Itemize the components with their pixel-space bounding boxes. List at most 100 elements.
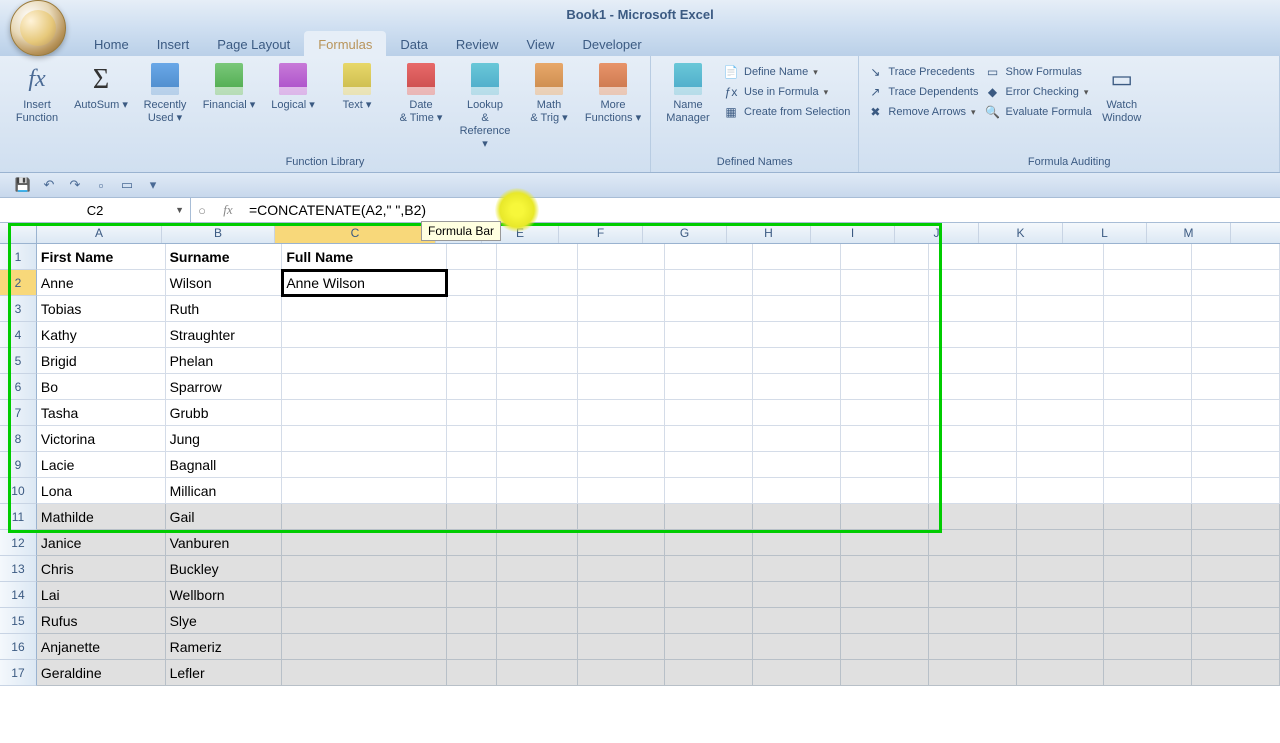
cell-M10[interactable] bbox=[1192, 478, 1280, 504]
cell-J3[interactable] bbox=[929, 296, 1017, 322]
cell-B17[interactable]: Lefler bbox=[166, 660, 283, 686]
cell-B1[interactable]: Surname bbox=[166, 244, 283, 270]
cell-C16[interactable] bbox=[282, 634, 447, 660]
cell-L17[interactable] bbox=[1104, 660, 1192, 686]
cell-D3[interactable] bbox=[447, 296, 497, 322]
cell-F10[interactable] bbox=[578, 478, 666, 504]
row-header-7[interactable]: 7 bbox=[0, 400, 37, 426]
cell-C15[interactable] bbox=[282, 608, 447, 634]
cell-G1[interactable] bbox=[665, 244, 753, 270]
cell-B9[interactable]: Bagnall bbox=[166, 452, 283, 478]
cell-F7[interactable] bbox=[578, 400, 666, 426]
cell-K3[interactable] bbox=[1017, 296, 1105, 322]
cell-C5[interactable] bbox=[282, 348, 447, 374]
cell-J7[interactable] bbox=[929, 400, 1017, 426]
cell-E4[interactable] bbox=[497, 322, 578, 348]
cell-G3[interactable] bbox=[665, 296, 753, 322]
cell-G11[interactable] bbox=[665, 504, 753, 530]
cell-H11[interactable] bbox=[753, 504, 841, 530]
col-header-K[interactable]: K bbox=[979, 223, 1063, 243]
cell-L2[interactable] bbox=[1104, 270, 1192, 296]
cell-H10[interactable] bbox=[753, 478, 841, 504]
cell-C14[interactable] bbox=[282, 582, 447, 608]
cell-K15[interactable] bbox=[1017, 608, 1105, 634]
financial-button[interactable]: Financial ▾ bbox=[200, 62, 258, 112]
cell-M13[interactable] bbox=[1192, 556, 1280, 582]
cell-I7[interactable] bbox=[841, 400, 929, 426]
cell-F9[interactable] bbox=[578, 452, 666, 478]
cell-F5[interactable] bbox=[578, 348, 666, 374]
cell-C12[interactable] bbox=[282, 530, 447, 556]
cell-M7[interactable] bbox=[1192, 400, 1280, 426]
cell-M12[interactable] bbox=[1192, 530, 1280, 556]
cell-F2[interactable] bbox=[578, 270, 666, 296]
col-header-I[interactable]: I bbox=[811, 223, 895, 243]
select-all-corner[interactable] bbox=[0, 223, 37, 243]
cell-K14[interactable] bbox=[1017, 582, 1105, 608]
cell-D7[interactable] bbox=[447, 400, 497, 426]
cell-I10[interactable] bbox=[841, 478, 929, 504]
cell-E5[interactable] bbox=[497, 348, 578, 374]
tab-home[interactable]: Home bbox=[80, 31, 143, 56]
cell-F12[interactable] bbox=[578, 530, 666, 556]
formula-bar[interactable]: =CONCATENATE(A2," ",B2) bbox=[243, 202, 1280, 218]
cell-D13[interactable] bbox=[447, 556, 497, 582]
cell-G5[interactable] bbox=[665, 348, 753, 374]
cell-H4[interactable] bbox=[753, 322, 841, 348]
cell-G12[interactable] bbox=[665, 530, 753, 556]
cell-E7[interactable] bbox=[497, 400, 578, 426]
cell-A3[interactable]: Tobias bbox=[37, 296, 166, 322]
cell-F16[interactable] bbox=[578, 634, 666, 660]
cell-J15[interactable] bbox=[929, 608, 1017, 634]
spreadsheet-grid[interactable]: ABCDEFGHIJKLM1First NameSurnameFull Name… bbox=[0, 223, 1280, 743]
cell-D6[interactable] bbox=[447, 374, 497, 400]
cell-I2[interactable] bbox=[841, 270, 929, 296]
cell-M4[interactable] bbox=[1192, 322, 1280, 348]
cell-A16[interactable]: Anjanette bbox=[37, 634, 166, 660]
cell-A10[interactable]: Lona bbox=[37, 478, 166, 504]
cell-D14[interactable] bbox=[447, 582, 497, 608]
cell-J14[interactable] bbox=[929, 582, 1017, 608]
cell-M15[interactable] bbox=[1192, 608, 1280, 634]
row-header-9[interactable]: 9 bbox=[0, 452, 37, 478]
row-header-17[interactable]: 17 bbox=[0, 660, 37, 686]
create-from-selection-button[interactable]: ▦Create from Selection bbox=[723, 104, 850, 120]
cell-J4[interactable] bbox=[929, 322, 1017, 348]
cell-E15[interactable] bbox=[497, 608, 578, 634]
cell-G6[interactable] bbox=[665, 374, 753, 400]
qat-dropdown[interactable]: ▾ bbox=[144, 176, 162, 194]
cell-F1[interactable] bbox=[578, 244, 666, 270]
col-header-G[interactable]: G bbox=[643, 223, 727, 243]
cell-E13[interactable] bbox=[497, 556, 578, 582]
row-header-1[interactable]: 1 bbox=[0, 244, 37, 270]
open-button[interactable]: ▭ bbox=[118, 176, 136, 194]
cell-J5[interactable] bbox=[929, 348, 1017, 374]
text-button[interactable]: Text ▾ bbox=[328, 62, 386, 112]
cell-J9[interactable] bbox=[929, 452, 1017, 478]
col-header-J[interactable]: J bbox=[895, 223, 979, 243]
cell-E6[interactable] bbox=[497, 374, 578, 400]
cell-I17[interactable] bbox=[841, 660, 929, 686]
cell-H3[interactable] bbox=[753, 296, 841, 322]
cell-G10[interactable] bbox=[665, 478, 753, 504]
recently-used-button[interactable]: RecentlyUsed ▾ bbox=[136, 62, 194, 125]
cell-F11[interactable] bbox=[578, 504, 666, 530]
cell-G8[interactable] bbox=[665, 426, 753, 452]
cell-B8[interactable]: Jung bbox=[166, 426, 283, 452]
office-button[interactable] bbox=[10, 0, 66, 56]
cell-K11[interactable] bbox=[1017, 504, 1105, 530]
cell-A11[interactable]: Mathilde bbox=[37, 504, 166, 530]
trace-dependents-button[interactable]: ↗Trace Dependents bbox=[867, 84, 978, 100]
cell-G16[interactable] bbox=[665, 634, 753, 660]
cell-L6[interactable] bbox=[1104, 374, 1192, 400]
cell-B14[interactable]: Wellborn bbox=[166, 582, 283, 608]
cell-C10[interactable] bbox=[282, 478, 447, 504]
tab-page-layout[interactable]: Page Layout bbox=[203, 31, 304, 56]
insert-function-button[interactable]: fxInsertFunction bbox=[8, 62, 66, 125]
cell-I12[interactable] bbox=[841, 530, 929, 556]
cell-I1[interactable] bbox=[841, 244, 929, 270]
name-box-dropdown-icon[interactable]: ▼ bbox=[175, 205, 184, 215]
cell-M1[interactable] bbox=[1192, 244, 1280, 270]
cell-I9[interactable] bbox=[841, 452, 929, 478]
insert-function-icon[interactable]: fx bbox=[213, 202, 243, 218]
